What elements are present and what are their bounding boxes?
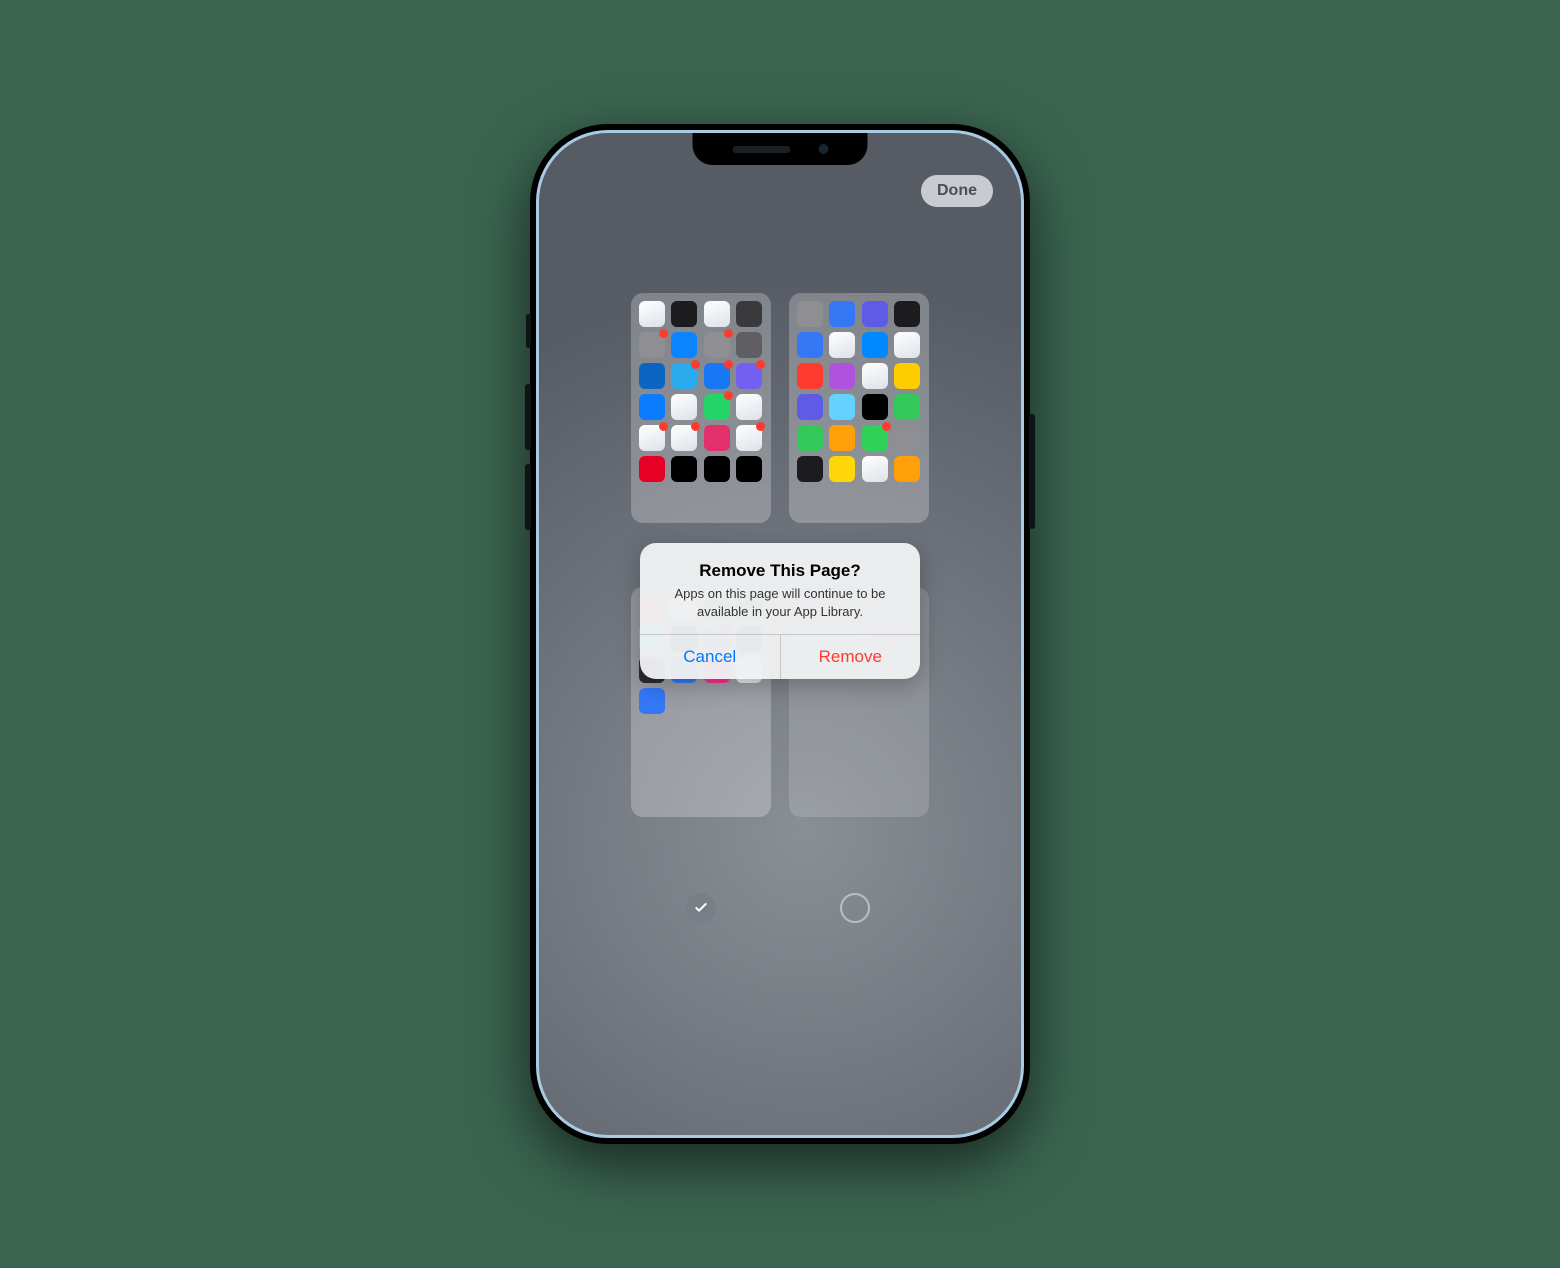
app-icon-facebook[interactable]: [704, 363, 730, 389]
app-icon-calendar[interactable]: [639, 301, 665, 327]
app-icon-boltfood[interactable]: [797, 425, 823, 451]
mute-switch[interactable]: [526, 314, 531, 348]
app-icon-contacts[interactable]: [639, 332, 665, 358]
app-icon-telegram[interactable]: [671, 363, 697, 389]
app-icon-app-indigo[interactable]: [797, 394, 823, 420]
app-icon-files[interactable]: [797, 332, 823, 358]
app-icon-health[interactable]: [894, 332, 920, 358]
screen: Done Remove This Page? Apps on this page…: [536, 130, 1024, 1138]
volume-down-button[interactable]: [525, 464, 531, 530]
page-card[interactable]: [631, 293, 771, 523]
app-icon-fitness[interactable]: [894, 301, 920, 327]
app-icon-widget2[interactable]: [829, 301, 855, 327]
speaker-grille: [732, 146, 790, 153]
app-icon-youtube[interactable]: [736, 425, 762, 451]
app-icon-app-white[interactable]: [862, 456, 888, 482]
app-icon-mail[interactable]: [639, 688, 665, 714]
page-thumbnail[interactable]: [631, 293, 771, 569]
app-icon-instagram[interactable]: [704, 425, 730, 451]
app-icon-screentime[interactable]: [736, 332, 762, 358]
front-camera: [818, 144, 828, 154]
app-icon-pinterest[interactable]: [639, 456, 665, 482]
check-icon: [693, 900, 709, 916]
page-thumbnail[interactable]: [789, 293, 929, 569]
done-button[interactable]: Done: [921, 175, 993, 207]
app-icon-app-red[interactable]: [797, 363, 823, 389]
app-icon-x-twitter[interactable]: [862, 394, 888, 420]
app-icon-safari[interactable]: [829, 332, 855, 358]
app-icon-app-orange[interactable]: [829, 425, 855, 451]
app-icon-mcdonalds[interactable]: [894, 363, 920, 389]
power-button[interactable]: [1029, 414, 1035, 529]
app-icon-drive[interactable]: [671, 394, 697, 420]
page-card[interactable]: [789, 293, 929, 523]
app-icon-camera[interactable]: [736, 301, 762, 327]
app-icon-photos[interactable]: [704, 301, 730, 327]
alert-message: Apps on this page will continue to be av…: [656, 585, 904, 620]
app-icon-uber[interactable]: [704, 456, 730, 482]
phone-frame: Done Remove This Page? Apps on this page…: [530, 124, 1030, 1144]
app-icon-settings[interactable]: [704, 332, 730, 358]
remove-page-alert: Remove This Page? Apps on this page will…: [640, 543, 920, 679]
app-icon-mono[interactable]: [671, 456, 697, 482]
app-icon-bolt[interactable]: [894, 394, 920, 420]
app-icon-whatsapp[interactable]: [704, 394, 730, 420]
notch: [693, 133, 868, 165]
app-icon-widget1[interactable]: [797, 301, 823, 327]
app-icon-messenger[interactable]: [639, 394, 665, 420]
remove-button[interactable]: Remove: [780, 635, 921, 679]
volume-up-button[interactable]: [525, 384, 531, 450]
app-icon-app-multi[interactable]: [894, 456, 920, 482]
app-icon-app-yellow[interactable]: [829, 456, 855, 482]
app-icon-viber[interactable]: [736, 363, 762, 389]
app-icon-widget3[interactable]: [862, 301, 888, 327]
app-icon-app-blue[interactable]: [829, 394, 855, 420]
app-icon-app-google[interactable]: [862, 363, 888, 389]
app-icon-app-green2[interactable]: [862, 425, 888, 451]
app-icon-googlemaps[interactable]: [736, 394, 762, 420]
alert-title: Remove This Page?: [656, 561, 904, 581]
app-icon-linkedin[interactable]: [639, 363, 665, 389]
app-icon-appstore[interactable]: [671, 332, 697, 358]
cancel-button[interactable]: Cancel: [640, 635, 780, 679]
app-icon-app-gray[interactable]: [894, 425, 920, 451]
app-icon-diia[interactable]: [736, 456, 762, 482]
app-icon-app-purple[interactable]: [829, 363, 855, 389]
app-icon-gmail[interactable]: [639, 425, 665, 451]
page-selected-indicator[interactable]: [686, 893, 716, 923]
app-icon-app-dark[interactable]: [797, 456, 823, 482]
app-icon-clock[interactable]: [671, 301, 697, 327]
app-icon-shazam[interactable]: [862, 332, 888, 358]
page-unselected-indicator[interactable]: [840, 893, 870, 923]
app-icon-slack[interactable]: [671, 425, 697, 451]
